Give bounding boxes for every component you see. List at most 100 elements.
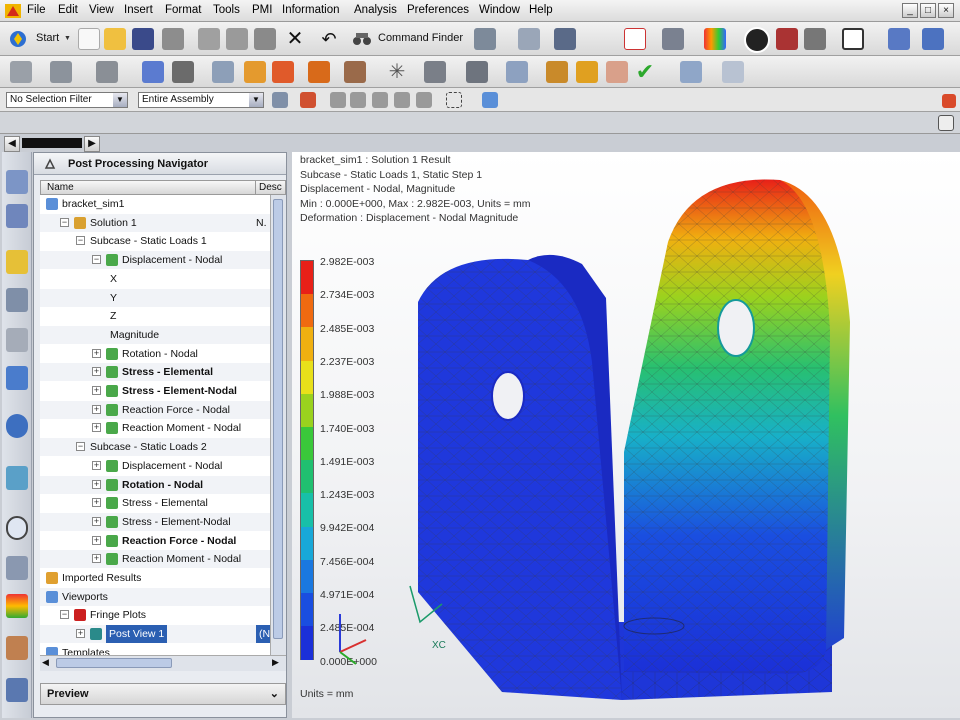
expand-icon[interactable]: + bbox=[92, 423, 101, 433]
nodes-icon[interactable] bbox=[142, 61, 164, 83]
print-icon[interactable] bbox=[162, 28, 184, 50]
part-navigator-icon[interactable] bbox=[6, 250, 28, 274]
surface-icon[interactable] bbox=[424, 61, 446, 83]
wcs-icon[interactable] bbox=[922, 28, 944, 50]
tree-row[interactable]: Imported Results bbox=[40, 569, 270, 587]
tree-row[interactable]: + Reaction Moment - Nodal bbox=[40, 550, 270, 569]
copy-icon[interactable] bbox=[226, 28, 248, 50]
table-icon[interactable] bbox=[212, 61, 234, 83]
tree-row[interactable]: + Reaction Force - Nodal bbox=[40, 400, 270, 419]
expand-icon[interactable]: + bbox=[92, 460, 101, 470]
fit-view-icon[interactable] bbox=[624, 28, 646, 50]
load-icon[interactable] bbox=[244, 61, 266, 83]
tree-row[interactable]: + Rotation - Nodal bbox=[40, 475, 270, 494]
graphics-viewport[interactable]: bracket_sim1 : Solution 1 Result Subcase … bbox=[292, 152, 960, 718]
tree-row[interactable]: + Displacement - Nodal bbox=[40, 457, 270, 475]
background-icon[interactable] bbox=[842, 28, 864, 50]
menu-analysis[interactable]: Analysis bbox=[354, 4, 397, 16]
tab-scroll-left-icon[interactable]: ◀ bbox=[4, 136, 20, 152]
rotate-select-icon[interactable] bbox=[372, 92, 388, 108]
window-icon[interactable] bbox=[518, 28, 540, 50]
tree-row[interactable]: − Subcase - Static Loads 1 bbox=[40, 232, 270, 250]
report-icon[interactable] bbox=[680, 61, 702, 83]
paste-icon[interactable] bbox=[254, 28, 276, 50]
fixture-icon[interactable] bbox=[344, 61, 366, 83]
system-materials-icon[interactable] bbox=[6, 556, 28, 580]
3d-mesh-icon[interactable] bbox=[96, 61, 118, 83]
menu-help[interactable]: Help bbox=[529, 4, 553, 16]
assembly-icon[interactable] bbox=[474, 28, 496, 50]
history-icon[interactable] bbox=[6, 466, 28, 490]
constraint-icon[interactable] bbox=[272, 61, 294, 83]
menu-file[interactable]: File bbox=[27, 4, 46, 16]
cut-icon[interactable] bbox=[198, 28, 220, 50]
tree-row[interactable]: Magnitude bbox=[40, 325, 270, 344]
web-browser-icon[interactable] bbox=[6, 414, 28, 438]
vertical-scrollbar[interactable] bbox=[270, 195, 286, 655]
expand-icon[interactable]: + bbox=[92, 386, 101, 395]
tree-row[interactable]: − Subcase - Static Loads 2 bbox=[40, 438, 270, 457]
open-folder-icon[interactable] bbox=[104, 28, 126, 50]
check-icon-a[interactable] bbox=[506, 61, 528, 83]
tree-row[interactable]: X bbox=[40, 270, 270, 288]
mesh-icon[interactable] bbox=[10, 61, 32, 83]
constraint-navigator-icon[interactable] bbox=[6, 204, 28, 228]
tree-row[interactable]: − Displacement - Nodal bbox=[40, 251, 270, 270]
tree-row[interactable]: + Rotation - Nodal bbox=[40, 345, 270, 363]
collapse-icon[interactable]: − bbox=[60, 610, 69, 620]
solve-icon[interactable] bbox=[546, 61, 568, 83]
tree-row[interactable]: Y bbox=[40, 288, 270, 307]
post-view-icon[interactable] bbox=[606, 61, 628, 83]
expand-icon[interactable]: + bbox=[92, 404, 101, 414]
undo-icon[interactable]: ↶ bbox=[318, 28, 340, 50]
tree-row[interactable]: Templates bbox=[40, 644, 270, 655]
assembly-navigator-icon[interactable] bbox=[6, 170, 28, 194]
column-desc[interactable]: Desc bbox=[259, 181, 282, 194]
expand-icon[interactable]: + bbox=[92, 498, 101, 508]
menu-preferences[interactable]: Preferences bbox=[407, 4, 469, 16]
minimize-button[interactable]: _ bbox=[902, 3, 918, 18]
clock-icon[interactable] bbox=[6, 516, 28, 540]
preview-section[interactable]: Preview ⌄ bbox=[40, 683, 286, 705]
tab-scroll-right-icon[interactable]: ▶ bbox=[84, 136, 100, 152]
menu-window[interactable]: Window bbox=[479, 4, 520, 16]
palette-icon[interactable] bbox=[6, 594, 28, 618]
render-style-icon[interactable] bbox=[776, 28, 798, 50]
delete-icon[interactable]: ✕ bbox=[284, 28, 306, 50]
collapse-icon[interactable]: − bbox=[60, 217, 69, 227]
horizontal-scrollbar[interactable]: ◀ ▶ bbox=[40, 655, 286, 671]
expand-icon[interactable]: + bbox=[76, 629, 85, 639]
column-name[interactable]: Name bbox=[47, 181, 74, 194]
deselect-icon[interactable] bbox=[416, 92, 432, 108]
system-scenes-icon[interactable] bbox=[6, 678, 28, 702]
roles-icon[interactable] bbox=[6, 636, 28, 660]
command-finder-button[interactable]: Command Finder bbox=[352, 27, 470, 51]
tree-row[interactable]: + Stress - Element-Nodal bbox=[40, 382, 270, 400]
quick-pick-icon[interactable] bbox=[330, 92, 346, 108]
new-file-icon[interactable] bbox=[78, 28, 100, 50]
save-icon[interactable] bbox=[132, 28, 154, 50]
selection-filter-select[interactable]: No Selection Filter ▼ bbox=[6, 92, 128, 108]
cursor-select-icon[interactable] bbox=[554, 28, 576, 50]
hidden-edges-icon[interactable] bbox=[804, 28, 826, 50]
restore-button[interactable]: □ bbox=[920, 3, 936, 18]
force-icon[interactable] bbox=[308, 61, 330, 83]
collapse-icon[interactable]: − bbox=[76, 442, 85, 452]
tree-row[interactable]: + Reaction Force - Nodal bbox=[40, 532, 270, 550]
scroll-left-icon[interactable]: ◀ bbox=[42, 657, 49, 668]
solid-body-icon[interactable] bbox=[482, 92, 498, 108]
tree-row[interactable]: + Stress - Elemental bbox=[40, 494, 270, 512]
menu-tools[interactable]: Tools bbox=[213, 4, 240, 16]
mesh-collector-icon[interactable] bbox=[50, 61, 72, 83]
menu-view[interactable]: View bbox=[89, 4, 114, 16]
layout-icon[interactable] bbox=[938, 115, 954, 131]
close-panel-icon[interactable] bbox=[942, 94, 956, 108]
tree-row[interactable]: bracket_sim1 bbox=[40, 195, 270, 213]
tree-row[interactable]: Viewports bbox=[40, 587, 270, 606]
tree-row[interactable]: + Post View 1 (N bbox=[40, 625, 270, 644]
active-part-tab[interactable] bbox=[22, 138, 82, 148]
shaded-display-icon[interactable] bbox=[744, 27, 770, 53]
reuse-library-icon[interactable] bbox=[6, 328, 28, 352]
tree-row[interactable]: − Fringe Plots bbox=[40, 606, 270, 624]
checkmark-icon[interactable]: ✔ bbox=[634, 61, 656, 83]
